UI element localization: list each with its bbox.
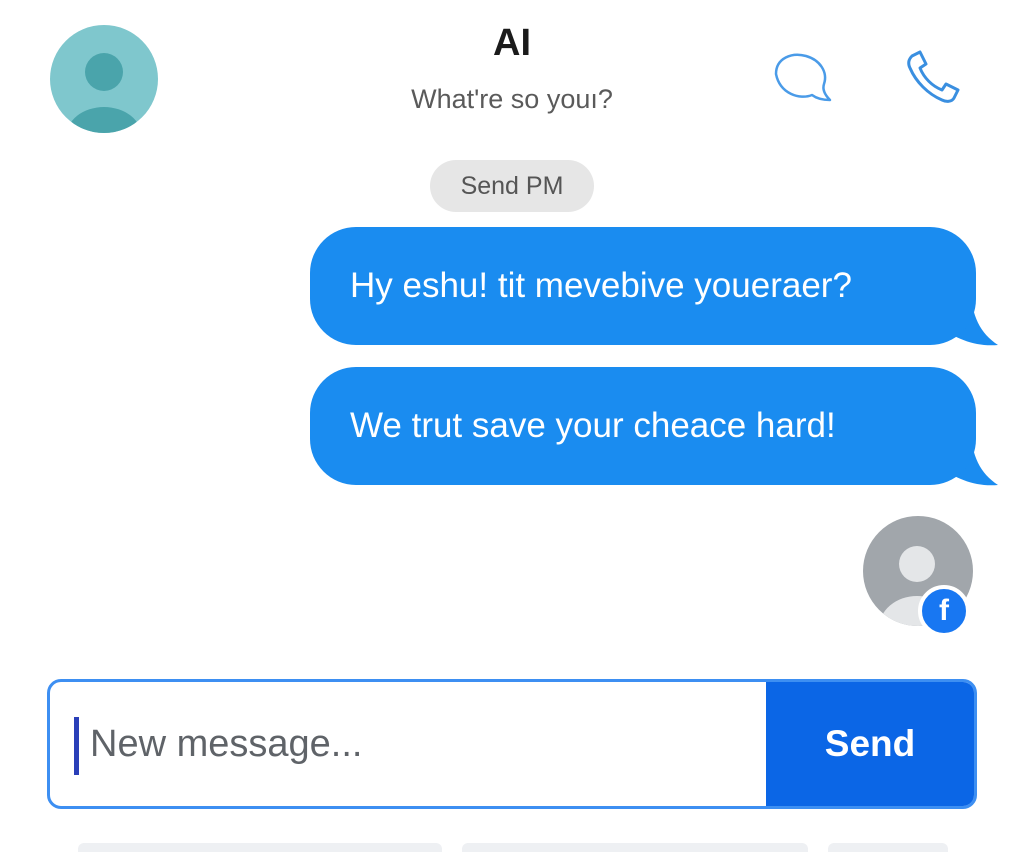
facebook-icon: f — [918, 585, 970, 637]
bottom-bar-segment — [78, 843, 442, 852]
send-button[interactable]: Send — [766, 682, 974, 806]
message-bubble[interactable]: We trut save your cheace hard! — [310, 367, 998, 489]
text-caret — [74, 717, 79, 775]
person-icon — [66, 53, 142, 133]
call-button[interactable] — [898, 40, 970, 112]
message-bubble[interactable]: Hy eshu! tit mevebive youeraer? — [310, 227, 998, 349]
message-composer: Send — [47, 679, 977, 809]
message-text: Hy eshu! tit mevebive youeraer? — [310, 227, 976, 345]
bottom-bar-segment — [462, 843, 808, 852]
message-input[interactable] — [90, 682, 760, 806]
timestamp-pill: Send PM — [430, 160, 594, 212]
conversation-avatar[interactable] — [50, 25, 158, 133]
message-text: We trut save your cheace hard! — [310, 367, 976, 485]
chat-button[interactable] — [764, 42, 836, 114]
chat-window: AI What're so youı? Send PM Hy eshu! tit… — [0, 0, 1024, 852]
phone-icon — [907, 50, 960, 103]
chat-bubble-icon — [774, 53, 832, 102]
bottom-bar-segment — [828, 843, 948, 852]
